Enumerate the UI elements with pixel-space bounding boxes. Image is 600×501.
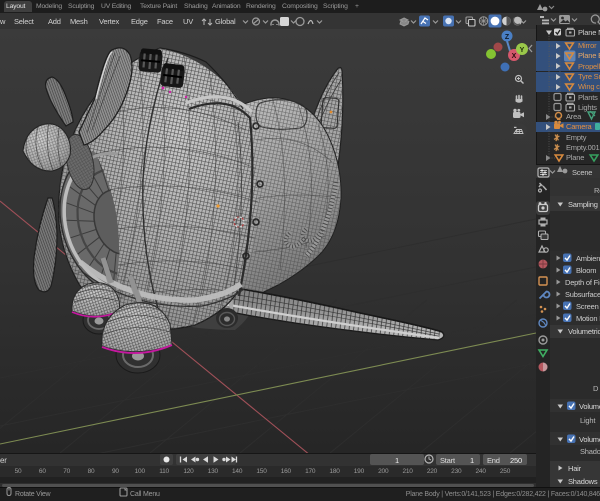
svg-text:Y: Y [520, 47, 525, 54]
svg-text:Z: Z [505, 34, 510, 41]
svg-text:X: X [512, 53, 517, 60]
